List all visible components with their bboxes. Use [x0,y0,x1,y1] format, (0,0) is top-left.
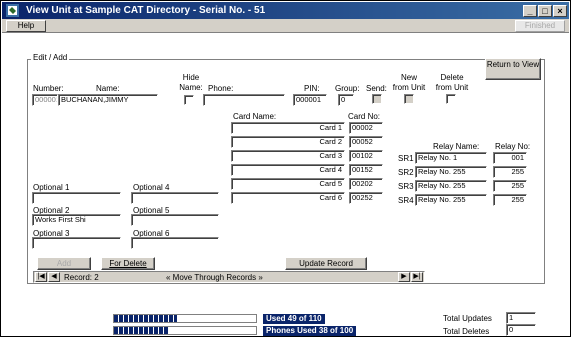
last-record-button[interactable]: ▶| [411,272,423,282]
record-indicator: Record: 2 [64,273,99,282]
return-to-view-button[interactable]: Return to View [485,58,541,80]
number-field[interactable]: 000001 [32,94,58,106]
previous-record-button[interactable]: ◀ [48,272,60,282]
optional-3-field[interactable] [32,237,121,249]
first-record-button[interactable]: |◀ [35,272,47,282]
hide-name-checkbox[interactable] [184,95,194,105]
group-field[interactable]: 0 [338,94,354,106]
edit-add-label: Edit / Add [31,53,70,62]
minimize-button[interactable]: _ [523,5,537,17]
close-button[interactable]: × [553,5,567,17]
used-count: Used 49 of 110 [263,314,325,324]
relay-no-field[interactable]: 255 [493,194,527,206]
card-name-field[interactable]: Card 1 [231,122,345,134]
pin-label: PIN: [304,84,320,93]
send-label: Send: [366,84,387,93]
relay-name-field[interactable]: Relay No. 255 [415,180,487,192]
hide-name-label: Hide Name: [179,73,203,92]
phones-progress-bar [113,326,257,335]
optional-2-field[interactable]: Works First Shi [32,214,121,226]
relay-name-field[interactable]: Relay No. 1 [415,152,487,164]
next-record-button[interactable]: ▶ [398,272,410,282]
card-name-header: Card Name: [233,112,277,121]
optional-1-label: Optional 1 [33,183,70,192]
name-label: Name: [96,84,120,93]
used-progress-fill [114,315,178,322]
phone-field[interactable] [203,94,285,106]
card-no-field[interactable]: 00102 [349,150,383,162]
send-checkbox[interactable] [372,94,382,104]
card-name-field[interactable]: Card 2 [231,136,345,148]
app-icon [6,4,19,17]
card-name-field[interactable]: Card 6 [231,192,345,204]
phones-progress-fill [114,327,168,334]
title-bar[interactable]: View Unit at Sample CAT Directory - Seri… [2,2,569,19]
menu-bar: Help Finished [2,19,569,33]
optional-4-field[interactable] [131,192,219,204]
maximize-button[interactable]: □ [538,5,552,17]
name-field[interactable]: BUCHANAN,JIMMY [58,94,158,106]
relay-name-field[interactable]: Relay No. 255 [415,194,487,206]
new-from-unit-checkbox[interactable] [404,94,414,104]
relay-id-label: SR3 [398,182,414,191]
card-name-field[interactable]: Card 3 [231,150,345,162]
app-window: View Unit at Sample CAT Directory - Seri… [0,0,571,337]
relay-id-label: SR1 [398,154,414,163]
delete-from-unit-checkbox[interactable] [446,94,456,104]
card-no-field[interactable]: 00002 [349,122,383,134]
card-no-field[interactable]: 00052 [349,136,383,148]
pin-field[interactable]: 000001 [293,94,327,106]
relay-no-field[interactable]: 255 [493,180,527,192]
window-title: View Unit at Sample CAT Directory - Seri… [26,5,266,16]
delete-from-unit-label: Delete from Unit [435,73,469,92]
relay-id-label: SR4 [398,196,414,205]
optional-6-field[interactable] [131,237,219,249]
total-deletes-field: 0 [506,324,536,336]
total-updates-field: 1 [506,312,536,324]
add-button[interactable]: Add [37,257,91,270]
relay-name-field[interactable]: Relay No. 255 [415,166,487,178]
total-updates-label: Total Updates [443,314,492,323]
card-name-field[interactable]: Card 4 [231,164,345,176]
card-no-field[interactable]: 00252 [349,192,383,204]
for-delete-button[interactable]: For Delete [101,257,155,270]
phones-used-count: Phones Used 38 of 100 [263,326,357,336]
relay-no-header: Relay No: [495,142,531,151]
relay-no-field[interactable]: 255 [493,166,527,178]
used-progress-bar [113,314,257,323]
card-no-field[interactable]: 00152 [349,164,383,176]
optional-5-field[interactable] [131,214,219,226]
move-through-records-label: « Move Through Records » [166,273,263,282]
optional-4-label: Optional 4 [133,183,170,192]
card-no-header: Card No: [348,112,381,121]
relay-name-header: Relay Name: [433,142,480,151]
total-deletes-label: Total Deletes [443,327,490,336]
relay-id-label: SR2 [398,168,414,177]
group-label: Group: [335,84,360,93]
finished-button[interactable]: Finished [515,20,565,32]
record-navigator: |◀ ◀ Record: 2 « Move Through Records » … [33,271,425,283]
number-label: Number: [33,84,64,93]
card-name-field[interactable]: Card 5 [231,178,345,190]
relay-no-field[interactable]: 001 [493,152,527,164]
new-from-unit-label: New from Unit [392,73,426,92]
phone-label: Phone: [208,84,234,93]
card-no-field[interactable]: 00202 [349,178,383,190]
optional-1-field[interactable] [32,192,121,204]
update-record-button[interactable]: Update Record [285,257,367,270]
help-button[interactable]: Help [6,20,46,32]
